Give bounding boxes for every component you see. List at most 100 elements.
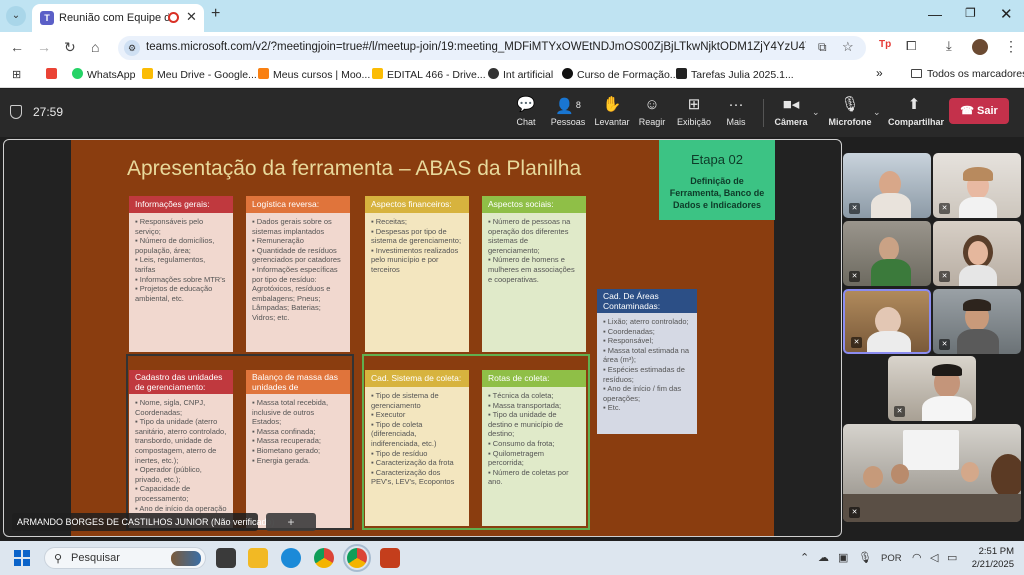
slide-card-item-text: Massa transportada;	[492, 400, 562, 410]
slide-card: Cad. Sistema de coleta: ▪ Tipo de sistema…	[365, 370, 469, 526]
participant-tile[interactable]: ✕	[843, 153, 931, 218]
slide-card-header: Aspectos sociais:	[482, 196, 586, 213]
participant-video	[903, 430, 959, 470]
chrome-icon[interactable]	[314, 548, 334, 568]
bookmark-item[interactable]: WhatsApp	[72, 68, 135, 81]
control-more-button[interactable]: ··· Mais	[716, 95, 756, 127]
share-button[interactable]: ⬆ Compartilhar	[888, 95, 944, 127]
windows-start-icon[interactable]	[14, 550, 30, 566]
slide-card-item-text: Massa recuperada;	[256, 436, 321, 446]
control-view-button[interactable]: ⊞ Exibição	[674, 95, 714, 127]
folder-icon	[911, 69, 922, 78]
globe-icon	[562, 68, 573, 79]
slide-card-item: ▪ Número de domicílios, população, área;	[135, 236, 227, 255]
participant-tile[interactable]: ✕	[933, 289, 1021, 354]
control-chat-button[interactable]: 💬 Chat	[506, 95, 546, 127]
teams-tray-icon[interactable]: ▣	[838, 551, 848, 564]
window-minimize-icon[interactable]: —	[928, 6, 942, 22]
microphone-tray-icon[interactable]: 🎙	[858, 551, 872, 564]
bookmark-item[interactable]: Int artificial	[488, 68, 553, 81]
taskbar-search[interactable]: ⚲ Pesquisar	[44, 547, 206, 569]
bookmark-item[interactable]: Meu Drive - Google...	[142, 68, 257, 81]
microphone-button[interactable]: 🎙 Microfone	[828, 95, 872, 127]
bookmark-item[interactable]: Meus cursos | Moo...	[258, 68, 370, 81]
forward-icon[interactable]: →	[37, 39, 51, 55]
volume-icon[interactable]: ◁	[930, 551, 938, 564]
system-clock[interactable]: 2:51 PM 2/21/2025	[962, 545, 1014, 571]
bookmarks-overflow-icon[interactable]: »	[876, 66, 883, 80]
home-icon[interactable]: ⌂	[91, 39, 99, 55]
slide-card-item-text: Capacidade de processamento;	[135, 484, 191, 503]
install-app-icon[interactable]: ⧉	[818, 40, 827, 55]
participant-tile-speaking[interactable]: ✕	[843, 289, 931, 354]
browser-tab-bar: ⌄ T Reunião com Equipe da UF ✕ + — ❐ ✕	[0, 0, 1024, 32]
new-tab-icon[interactable]: +	[211, 5, 220, 23]
site-info-icon[interactable]: ⚙	[124, 40, 140, 56]
browser-tab-active[interactable]: T Reunião com Equipe da UF ✕	[32, 4, 204, 32]
back-icon[interactable]: ←	[10, 39, 24, 55]
participant-tile[interactable]: ✕	[933, 221, 1021, 286]
extensions-icon[interactable]: ⧠	[906, 38, 916, 54]
mic-options-chevron-icon[interactable]: ⌄	[873, 107, 881, 118]
participant-tile-room[interactable]: ✕	[843, 424, 1021, 522]
powerpoint-icon[interactable]	[380, 548, 400, 568]
slide-card-item: ▪ Energia gerada.	[252, 456, 344, 466]
edge-icon[interactable]	[281, 548, 301, 568]
reload-icon[interactable]: ↻	[64, 39, 76, 56]
language-indicator[interactable]: POR	[881, 553, 902, 564]
control-label: Reagir	[638, 117, 666, 127]
bookmark-item[interactable]	[46, 68, 61, 81]
camera-options-chevron-icon[interactable]: ⌄	[812, 107, 820, 118]
bookmark-star-icon[interactable]: ☆	[842, 39, 854, 55]
window-restore-icon[interactable]: ❐	[965, 6, 976, 20]
camera-button[interactable]: ■◂ Câmera	[770, 95, 812, 127]
control-people-button[interactable]: 👤 8 Pessoas	[548, 95, 588, 127]
all-bookmarks-folder[interactable]: Todos os marcadores	[911, 68, 1024, 80]
slide-card-item: ▪ Tipo da unidade de destino e município…	[488, 410, 580, 439]
shield-icon[interactable]	[10, 105, 22, 119]
extension-badge[interactable]: Tp	[879, 39, 891, 50]
slide-card-item-text: Informações específicas por tipo de resí…	[252, 264, 338, 322]
control-raise-hand-button[interactable]: ✋ Levantar	[592, 95, 632, 127]
slide-card-item: ▪ Dados gerais sobre os sistemas implant…	[252, 217, 344, 236]
task-view-icon[interactable]	[216, 548, 236, 568]
url-text[interactable]: teams.microsoft.com/v2/?meetingjoin=true…	[146, 41, 806, 53]
bookmark-item[interactable]: Tarefas Julia 2025.1...	[676, 68, 794, 81]
slide-card-item-text: Técnica da coleta;	[492, 391, 554, 400]
tab-search-chevron-icon[interactable]: ⌄	[6, 6, 26, 26]
chrome-active-icon[interactable]	[343, 544, 371, 572]
participant-tile[interactable]: ✕	[843, 221, 931, 286]
leave-button[interactable]: ☎ Sair	[949, 98, 1009, 124]
gmail-icon	[46, 68, 57, 79]
wifi-icon[interactable]: ◠	[912, 551, 922, 564]
battery-icon[interactable]: ▭	[947, 551, 957, 564]
downloads-icon[interactable]: ⤓	[946, 38, 952, 54]
slide-card-item: ▪ Informações específicas por tipo de re…	[252, 265, 344, 323]
stage-add-icon[interactable]: +	[266, 513, 316, 531]
slide-card-item-text: Número de homens e mulheres em associaçõ…	[488, 255, 575, 284]
etapa-subtitle: Definição de Ferramenta, Banco de Dados …	[669, 176, 765, 210]
tab-close-icon[interactable]: ✕	[186, 9, 197, 25]
apps-grid-icon[interactable]: ⊞	[12, 68, 21, 81]
slide-card-item-text: Remuneração	[256, 236, 304, 246]
slide-card-item-text: Quilometragem percorrida;	[488, 448, 545, 468]
browser-menu-icon[interactable]: ⋮	[1004, 38, 1018, 55]
slide-card-item: ▪ Número de pessoas na operação dos dife…	[488, 217, 580, 255]
control-react-button[interactable]: ☺ Reagir	[632, 95, 672, 127]
slide-card-item: ▪ Massa confinada;	[252, 427, 344, 437]
slide-card-item-text: Caracterização dos PEV's, LEV's, Ecopont…	[371, 467, 455, 487]
tab-title: Reunião com Equipe da UF	[59, 12, 169, 24]
bookmark-item[interactable]: EDITAL 466 - Drive...	[372, 68, 486, 81]
slide-card-item: ▪ Tipo de sistema de gerenciamento	[371, 391, 463, 410]
window-close-icon[interactable]: ✕	[1000, 5, 1013, 23]
tray-overflow-icon[interactable]: ⌃	[800, 551, 809, 564]
address-bar[interactable]: ⚙ teams.microsoft.com/v2/?meetingjoin=tr…	[118, 36, 866, 60]
weather-icon[interactable]: ☁	[818, 551, 829, 564]
bookmark-item[interactable]: Curso de Formação...	[562, 68, 679, 81]
participant-tile[interactable]: ✕	[933, 153, 1021, 218]
profile-avatar[interactable]	[972, 39, 988, 55]
file-explorer-icon[interactable]	[248, 548, 268, 568]
openai-icon	[488, 68, 499, 79]
slide-card-item-text: Investimentos realizados pelo município …	[371, 245, 459, 274]
participant-tile[interactable]: ✕	[888, 356, 976, 421]
